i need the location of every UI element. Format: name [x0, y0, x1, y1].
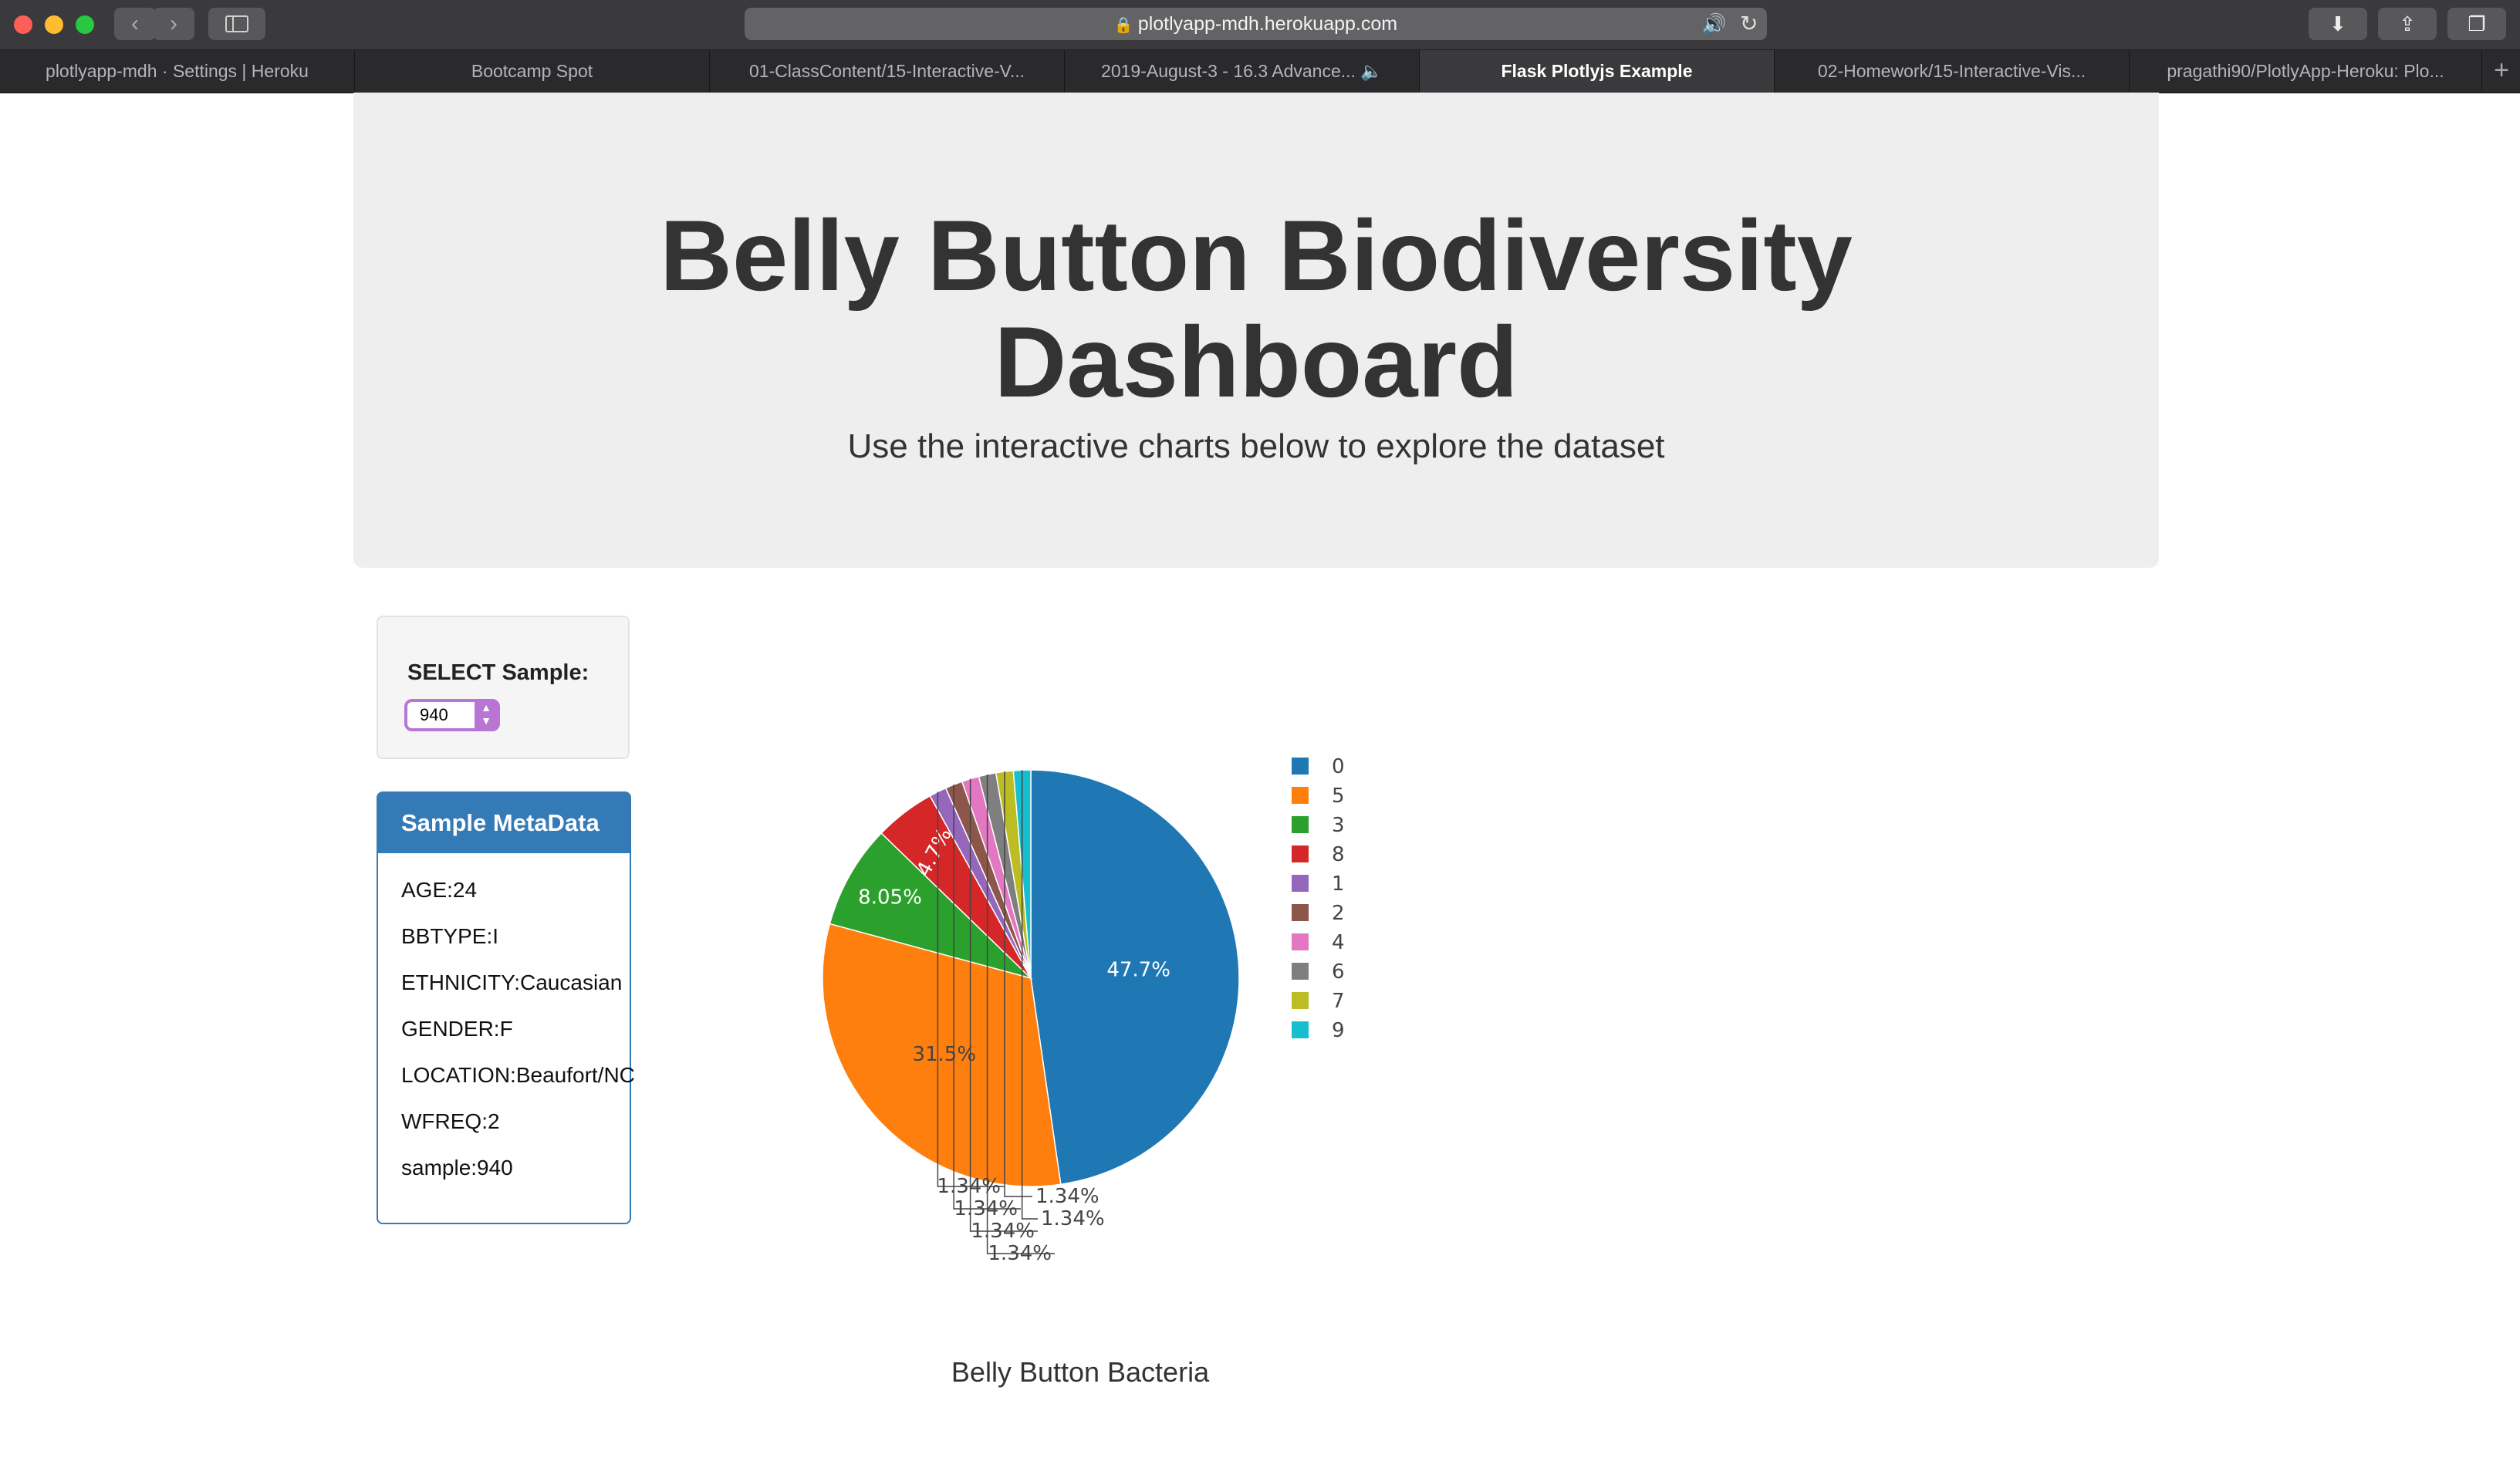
metadata-item-gender: GENDER:F: [401, 1017, 513, 1041]
pie-label-2: 1.34%: [954, 1197, 1018, 1220]
share-icon: ⇪: [2399, 12, 2416, 35]
tab-label: plotlyapp-mdh · Settings | Heroku: [46, 61, 309, 81]
browser-toolbar: ‹ › 🔒 plotlyapp-mdh.herokuapp.com 🔊 ↻ ⬇ ⇪…: [0, 0, 2520, 50]
sample-select-value: 940: [420, 705, 448, 724]
legend-label-2[interactable]: 2: [1332, 902, 1345, 925]
legend-swatch-3[interactable]: [1292, 816, 1309, 833]
tab-github-repo[interactable]: pragathi90/PlotlyApp-Heroku: Plo...: [2130, 50, 2482, 93]
share-button[interactable]: ⇪: [2378, 8, 2437, 40]
page-title-line1: Belly Button Biodiversity: [660, 199, 1853, 312]
metadata-item-bbtype: BBTYPE:I: [401, 924, 499, 948]
tab-label: Bootcamp Spot: [471, 61, 593, 81]
legend-swatch-8[interactable]: [1292, 845, 1309, 862]
legend-swatch-1[interactable]: [1292, 875, 1309, 892]
updown-arrows-icon: ▲ ▼: [475, 701, 498, 729]
tab-label: pragathi90/PlotlyApp-Heroku: Plo...: [2167, 61, 2444, 81]
legend-swatch-7[interactable]: [1292, 992, 1309, 1009]
tab-flask-plotlyjs[interactable]: Flask Plotlyjs Example: [1420, 50, 1775, 93]
reload-icon[interactable]: ↻: [1740, 8, 1758, 40]
sample-metadata-panel: Sample MetaData AGE:24 BBTYPE:I ETHNICIT…: [377, 791, 635, 1224]
pie-label-7: 1.34%: [1035, 1185, 1100, 1208]
tab-bootcamp-spot[interactable]: Bootcamp Spot: [355, 50, 710, 93]
chevron-right-icon: ›: [170, 11, 177, 36]
metadata-item-ethnicity: ETHNICITY:Caucasian: [401, 970, 623, 994]
legend-label-5[interactable]: 5: [1332, 785, 1345, 808]
page-title-line2: Dashboard: [994, 305, 1518, 418]
select-sample-label: SELECT Sample:: [407, 660, 589, 685]
metadata-item-location: LOCATION:Beaufort/NC: [401, 1063, 635, 1087]
legend-swatch-4[interactable]: [1292, 933, 1309, 950]
tab-homework[interactable]: 02-Homework/15-Interactive-Vis...: [1775, 50, 2130, 93]
pie-label-3: 8.05%: [858, 886, 922, 910]
tab-classcontent[interactable]: 01-ClassContent/15-Interactive-V...: [710, 50, 1065, 93]
tab-bar: plotlyapp-mdh · Settings | Heroku Bootca…: [0, 50, 2520, 93]
back-button[interactable]: ‹: [114, 8, 156, 40]
legend-swatch-2[interactable]: [1292, 904, 1309, 921]
tab-label: 2019-August-3 - 16.3 Advance...: [1101, 61, 1356, 81]
sample-selector-panel: SELECT Sample: 940 ▲ ▼: [377, 616, 630, 759]
legend-label-9[interactable]: 9: [1332, 1019, 1345, 1042]
legend-label-1[interactable]: 1: [1332, 872, 1345, 896]
pie-label-6: 1.34%: [988, 1242, 1052, 1265]
speaker-icon[interactable]: 🔊: [1701, 8, 1726, 40]
download-icon: ⬇: [2329, 12, 2346, 35]
lock-icon: 🔒: [1113, 17, 1133, 34]
pie-chart[interactable]: 47.7%31.5%8.05%4.7%1.34%1.34%1.34%1.34%1…: [772, 733, 1466, 1427]
legend-label-7[interactable]: 7: [1332, 990, 1345, 1013]
legend-swatch-6[interactable]: [1292, 963, 1309, 980]
legend-swatch-9[interactable]: [1292, 1021, 1309, 1038]
sample-select-dropdown[interactable]: 940 ▲ ▼: [404, 699, 500, 731]
tab-label: 01-ClassContent/15-Interactive-V...: [748, 61, 1025, 81]
plus-icon: +: [2494, 56, 2509, 85]
pie-label-5: 31.5%: [912, 1043, 976, 1066]
legend-label-8[interactable]: 8: [1332, 843, 1345, 866]
page-title: Belly Button Biodiversity Dashboard: [353, 202, 2159, 415]
legend-label-4[interactable]: 4: [1332, 931, 1345, 954]
tab-advanced[interactable]: 2019-August-3 - 16.3 Advance... 🔈: [1065, 50, 1420, 93]
speaker-icon[interactable]: 🔈: [1360, 61, 1383, 81]
address-url: plotlyapp-mdh.herokuapp.com: [1137, 13, 1398, 35]
tab-label: Flask Plotlyjs Example: [1501, 61, 1693, 81]
new-tab-button[interactable]: +: [2483, 50, 2520, 93]
minimize-window-button[interactable]: [45, 15, 63, 34]
legend-swatch-5[interactable]: [1292, 787, 1309, 804]
pie-label-4: 1.34%: [971, 1220, 1035, 1243]
sidebar-icon: [225, 15, 248, 32]
zoom-window-button[interactable]: [76, 15, 94, 34]
chart-title: Belly Button Bacteria: [951, 1356, 1210, 1388]
pie-label-9: 1.34%: [1041, 1207, 1105, 1230]
pie-label-1: 1.34%: [937, 1175, 1001, 1198]
address-bar[interactable]: 🔒 plotlyapp-mdh.herokuapp.com 🔊 ↻: [745, 8, 1767, 40]
metadata-item-sample: sample:940: [401, 1156, 513, 1180]
forward-button[interactable]: ›: [153, 8, 194, 40]
legend-label-3[interactable]: 3: [1332, 814, 1345, 837]
tab-label: 02-Homework/15-Interactive-Vis...: [1817, 61, 2086, 81]
legend-label-6[interactable]: 6: [1332, 960, 1345, 984]
sidebar-toggle-button[interactable]: [208, 8, 265, 40]
downloads-button[interactable]: ⬇: [2309, 8, 2367, 40]
legend-label-0[interactable]: 0: [1332, 755, 1345, 778]
close-window-button[interactable]: [14, 15, 32, 34]
metadata-heading: Sample MetaData: [378, 793, 630, 853]
tab-overview-button[interactable]: ❐: [2447, 8, 2506, 40]
chevron-left-icon: ‹: [131, 11, 139, 36]
tab-heroku-settings[interactable]: plotlyapp-mdh · Settings | Heroku: [0, 50, 355, 93]
tabs-icon: ❐: [2468, 12, 2486, 35]
jumbotron-header: Belly Button Biodiversity Dashboard Use …: [353, 93, 2159, 568]
legend-swatch-0[interactable]: [1292, 758, 1309, 775]
metadata-item-age: AGE:24: [401, 878, 478, 902]
metadata-item-wfreq: WFREQ:2: [401, 1109, 500, 1133]
page-subtitle: Use the interactive charts below to expl…: [847, 427, 1665, 465]
pie-label-0: 47.7%: [1106, 958, 1170, 981]
